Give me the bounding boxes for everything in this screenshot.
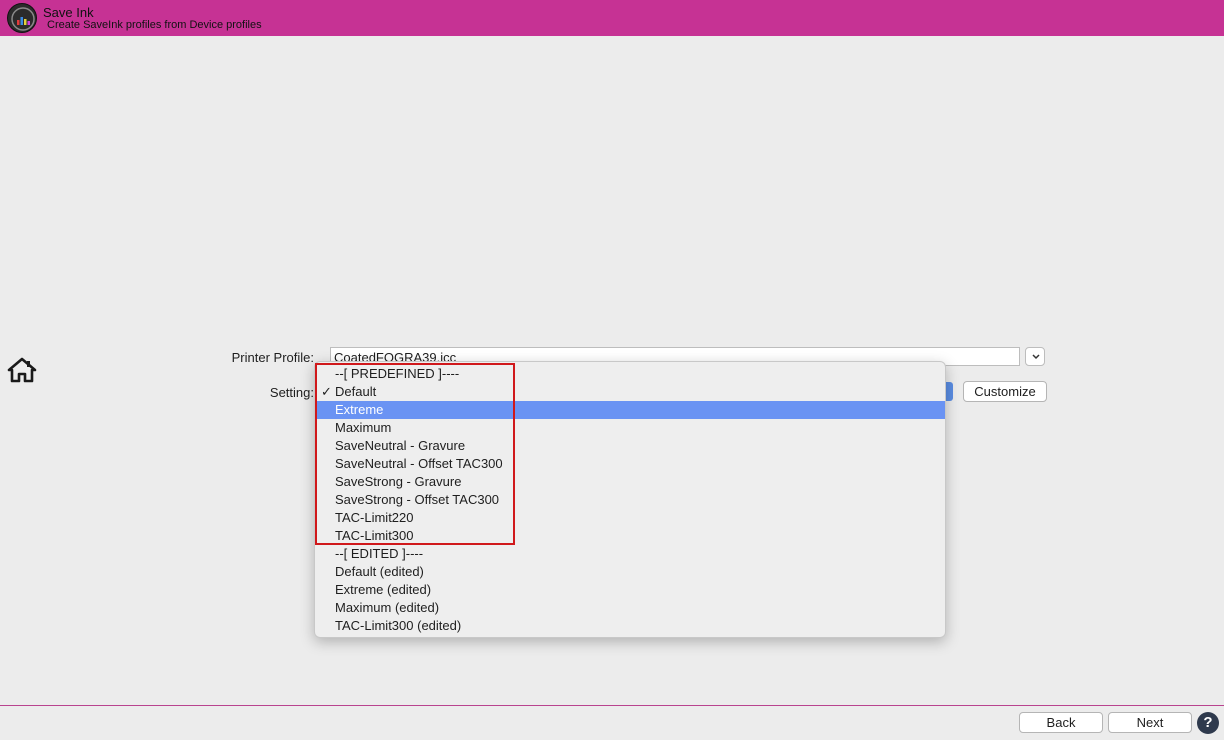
menu-item-maximum[interactable]: Maximum xyxy=(315,419,945,437)
menu-item-tac-limit300-edited[interactable]: TAC-Limit300 (edited) xyxy=(315,617,945,635)
customize-button[interactable]: Customize xyxy=(963,381,1047,402)
chevron-down-icon xyxy=(1032,354,1040,360)
help-icon[interactable]: ? xyxy=(1197,712,1219,734)
save-ink-app-icon xyxy=(7,3,37,33)
home-icon[interactable] xyxy=(7,356,37,384)
menu-item-tac-limit220[interactable]: TAC-Limit220 xyxy=(315,509,945,527)
menu-item-default-edited[interactable]: Default (edited) xyxy=(315,563,945,581)
printer-profile-dropdown-button[interactable] xyxy=(1025,347,1045,366)
printer-profile-label: Printer Profile: xyxy=(231,350,314,365)
menu-item-default[interactable]: ✓ Default xyxy=(315,383,945,401)
setting-label: Setting: xyxy=(269,385,314,400)
setting-dropdown-menu: --[ PREDEFINED ]---- ✓ Default Extreme M… xyxy=(314,361,946,638)
menu-item-savestrong-offset[interactable]: SaveStrong - Offset TAC300 xyxy=(315,491,945,509)
menu-item-saveneutral-offset[interactable]: SaveNeutral - Offset TAC300 xyxy=(315,455,945,473)
title-bar: Save Ink Create SaveInk profiles from De… xyxy=(0,0,1224,36)
menu-header-predefined: --[ PREDEFINED ]---- xyxy=(335,366,460,381)
app-title: Save Ink xyxy=(43,5,94,20)
app-subtitle: Create SaveInk profiles from Device prof… xyxy=(47,19,262,31)
window-edge xyxy=(0,60,2,170)
footer-divider xyxy=(0,705,1224,706)
menu-item-extreme-edited[interactable]: Extreme (edited) xyxy=(315,581,945,599)
checkmark-icon: ✓ xyxy=(321,384,332,399)
menu-header-edited: --[ EDITED ]---- xyxy=(335,546,424,561)
menu-item-maximum-edited[interactable]: Maximum (edited) xyxy=(315,599,945,617)
menu-item-label: Default xyxy=(335,384,377,399)
next-button[interactable]: Next xyxy=(1108,712,1192,733)
back-button[interactable]: Back xyxy=(1019,712,1103,733)
menu-item-savestrong-gravure[interactable]: SaveStrong - Gravure xyxy=(315,473,945,491)
menu-item-saveneutral-gravure[interactable]: SaveNeutral - Gravure xyxy=(315,437,945,455)
menu-item-tac-limit300[interactable]: TAC-Limit300 xyxy=(315,527,945,545)
menu-item-extreme[interactable]: Extreme xyxy=(315,401,945,419)
